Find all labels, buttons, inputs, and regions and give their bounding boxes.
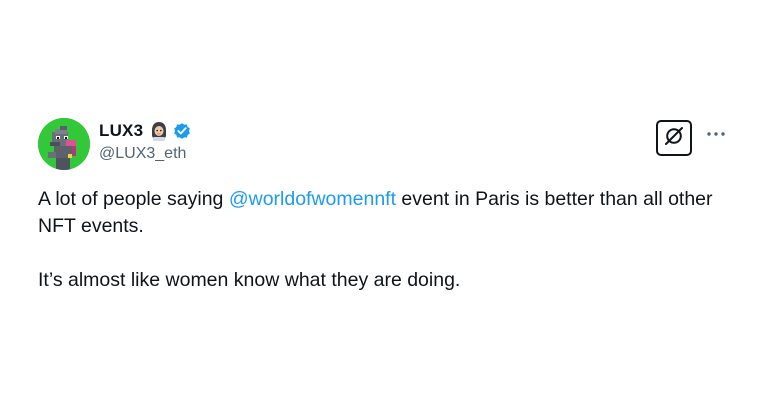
tweet-text-before-mention: A lot of people saying — [38, 188, 229, 210]
more-dots-icon — [706, 124, 726, 142]
grok-button[interactable] — [656, 120, 692, 156]
tweet-card: LUX3 @LUX3_eth A lot of people saying @w… — [0, 0, 764, 401]
mention-link[interactable]: @worldofwomennft — [229, 188, 396, 210]
avatar[interactable] — [38, 118, 90, 170]
tweet-text: A lot of people saying @worldofwomennft … — [38, 186, 738, 294]
tweet-paragraph-1: A lot of people saying @worldofwomennft … — [38, 186, 738, 240]
display-name[interactable]: LUX3 — [99, 121, 143, 141]
more-options-button[interactable] — [704, 126, 728, 140]
tweet-paragraph-2: It’s almost like women know what they ar… — [38, 269, 461, 291]
avatar-image — [38, 118, 90, 170]
woman-with-headscarf-icon — [150, 121, 168, 141]
grok-icon — [663, 125, 685, 152]
user-handle[interactable]: @LUX3_eth — [99, 145, 186, 163]
verified-badge-icon[interactable] — [172, 121, 192, 141]
name-row: LUX3 — [99, 120, 192, 142]
